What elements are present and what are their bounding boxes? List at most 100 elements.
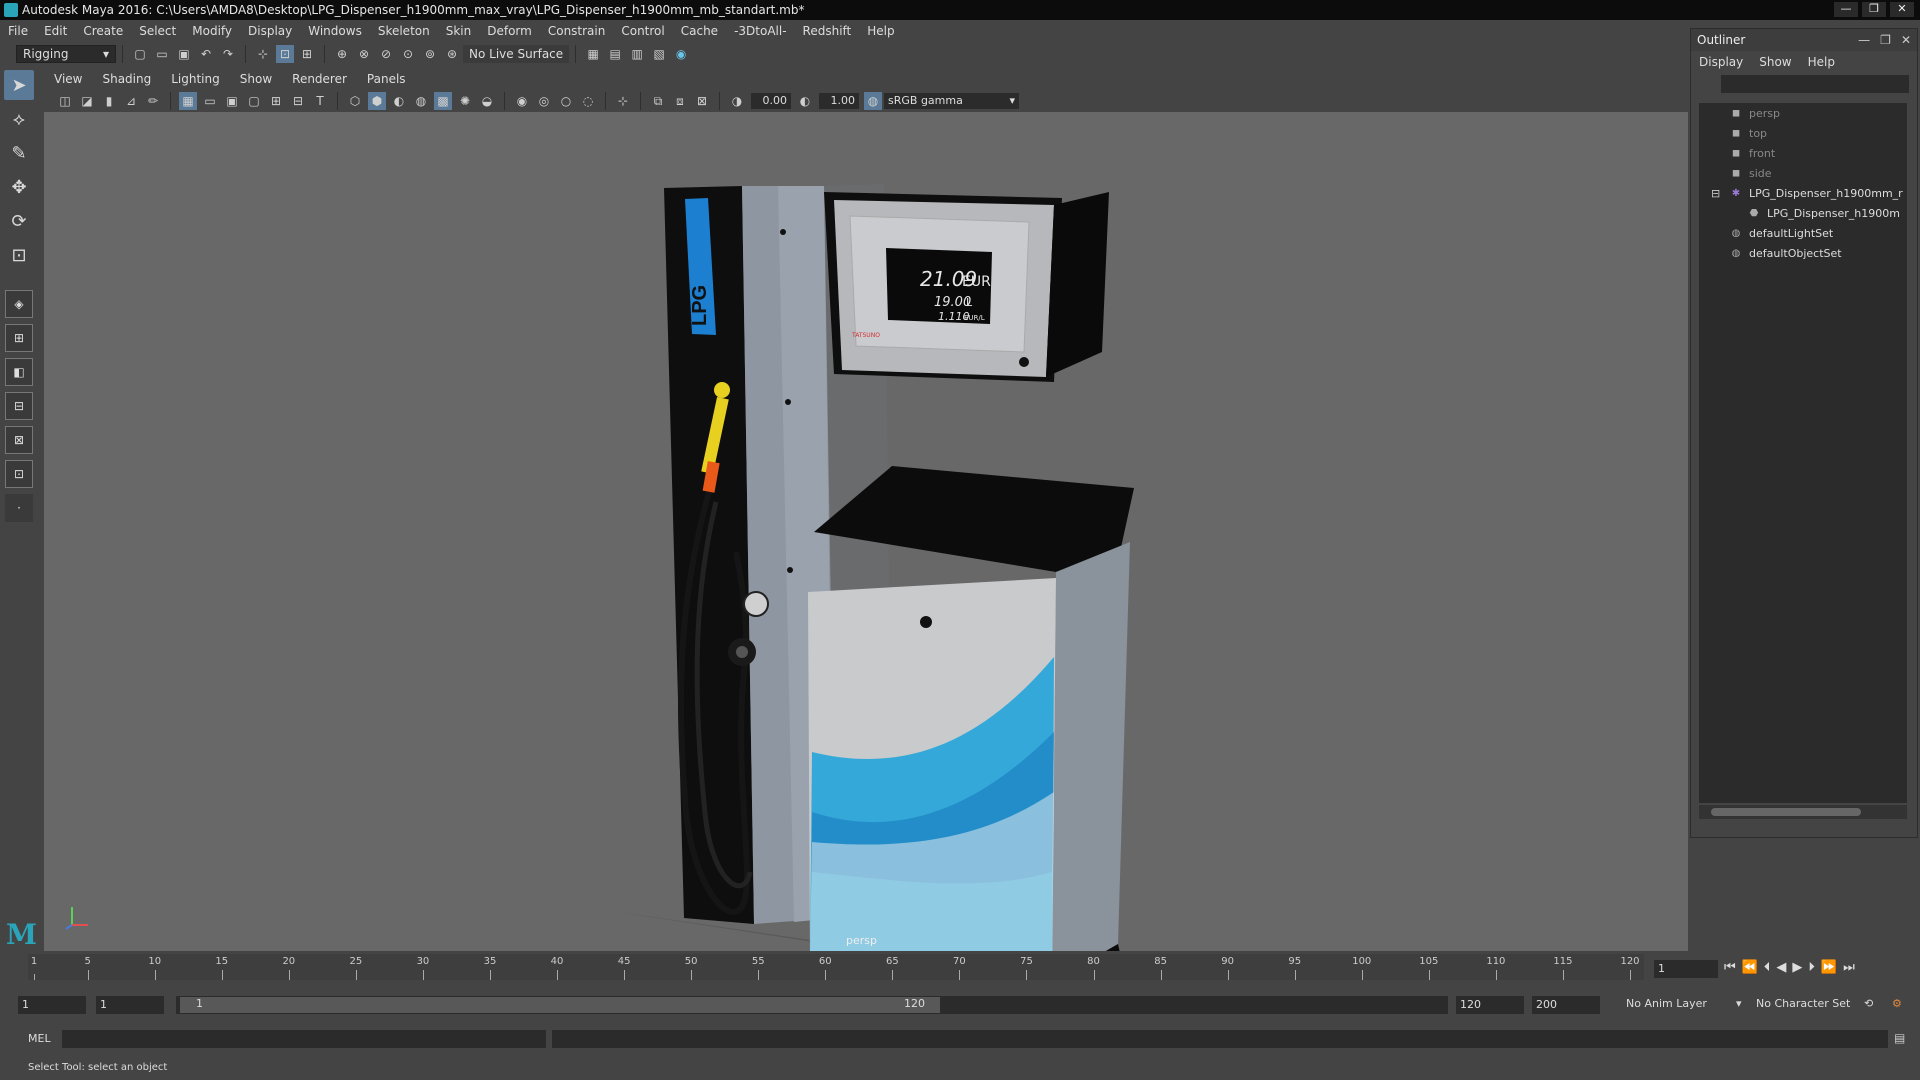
render-settings-icon[interactable]: ▦ — [584, 45, 602, 63]
new-scene-icon[interactable]: ▢ — [131, 45, 149, 63]
menu-help[interactable]: Help — [859, 24, 902, 38]
command-language-label[interactable]: MEL — [28, 1032, 51, 1045]
paint-select-tool-icon[interactable]: ✎ — [4, 138, 34, 168]
field-chart-icon[interactable]: ⊞ — [267, 92, 285, 110]
playback-end-field[interactable]: 120 — [1456, 996, 1524, 1014]
render-frame-icon[interactable]: ▤ — [606, 45, 624, 63]
menu-deform[interactable]: Deform — [479, 24, 540, 38]
outliner-item[interactable]: ◼ side — [1699, 163, 1907, 183]
maximize-button[interactable]: ❐ — [1862, 2, 1886, 17]
snap-point-icon[interactable]: ⊘ — [377, 45, 395, 63]
xray-icon[interactable]: ⧉ — [649, 92, 667, 110]
snap-view-plane-icon[interactable]: ⊙ — [399, 45, 417, 63]
play-backwards-icon[interactable]: ◀ — [1776, 960, 1786, 975]
minimize-button[interactable]: — — [1834, 2, 1858, 17]
outliner-maximize-button[interactable]: ❐ — [1880, 33, 1891, 47]
camera-attributes-icon[interactable]: ◪ — [78, 92, 96, 110]
close-button[interactable]: ✕ — [1890, 2, 1914, 17]
menu-modify[interactable]: Modify — [184, 24, 240, 38]
go-to-start-icon[interactable]: ⏮ — [1724, 960, 1736, 975]
play-forwards-icon[interactable]: ▶ — [1792, 960, 1802, 975]
outliner-list[interactable]: ◼ persp ◼ top ◼ front ◼ side ⊟ ✱ LPG_Dispenser_h19… — [1699, 103, 1907, 803]
viewport-menu-lighting[interactable]: Lighting — [161, 72, 230, 86]
gate-mask-icon[interactable]: ▢ — [245, 92, 263, 110]
outliner-item[interactable]: ◍ defaultLightSet — [1699, 223, 1907, 243]
menu-display[interactable]: Display — [240, 24, 300, 38]
motion-blur-icon[interactable]: ◎ — [535, 92, 553, 110]
select-object-icon[interactable]: ⊡ — [276, 45, 294, 63]
grease-pencil-icon[interactable]: ✏ — [144, 92, 162, 110]
step-forward-frame-icon[interactable]: ⏵ — [1808, 960, 1815, 975]
film-gate-icon[interactable]: ▭ — [201, 92, 219, 110]
xray-active-icon[interactable]: ⧈ — [671, 92, 689, 110]
menu-create[interactable]: Create — [75, 24, 131, 38]
outliner-item[interactable]: ◍ defaultObjectSet — [1699, 243, 1907, 263]
menu-file[interactable]: File — [0, 24, 36, 38]
redo-icon[interactable]: ↷ — [219, 45, 237, 63]
select-tool-icon[interactable]: ➤ — [4, 70, 34, 100]
move-tool-icon[interactable]: ✥ — [4, 172, 34, 202]
outliner-item[interactable]: ⊟ ✱ LPG_Dispenser_h1900mm_r — [1699, 183, 1907, 203]
textured-icon[interactable]: ▩ — [434, 92, 452, 110]
screen-space-ao-icon[interactable]: ◉ — [513, 92, 531, 110]
anti-aliasing-icon[interactable]: ○ — [557, 92, 575, 110]
step-back-key-icon[interactable]: ⏪ — [1742, 960, 1758, 975]
menu-select[interactable]: Select — [131, 24, 184, 38]
menu-3dtoall[interactable]: -3DtoAll- — [726, 24, 794, 38]
color-space-dropdown[interactable]: sRGB gamma ▾ — [884, 93, 1019, 109]
select-component-icon[interactable]: ⊞ — [298, 45, 316, 63]
camera-select-icon[interactable]: ◫ — [56, 92, 74, 110]
save-scene-icon[interactable]: ▣ — [175, 45, 193, 63]
menu-constrain[interactable]: Constrain — [540, 24, 614, 38]
use-default-material-icon[interactable]: ◐ — [390, 92, 408, 110]
collapse-icon[interactable]: ⊟ — [1711, 187, 1725, 200]
bookmark-icon[interactable]: ▮ — [100, 92, 118, 110]
snap-surface-icon[interactable]: ⊚ — [421, 45, 439, 63]
viewport-menu-shading[interactable]: Shading — [92, 72, 161, 86]
exposure-icon[interactable]: ◑ — [728, 92, 746, 110]
anim-layer-dropdown[interactable]: No Anim Layer — [1626, 997, 1707, 1010]
menu-control[interactable]: Control — [613, 24, 672, 38]
lpg-dispenser-model[interactable]: LPG 21.09 EUR 19.00 L 1.110 EUR/L TATSUN… — [44, 112, 1688, 1002]
live-surface-field[interactable]: No Live Surface — [463, 45, 570, 63]
rotate-tool-icon[interactable]: ⟳ — [4, 206, 34, 236]
wireframe-on-shaded-icon[interactable]: ◍ — [412, 92, 430, 110]
open-scene-icon[interactable]: ▭ — [153, 45, 171, 63]
viewport-panel[interactable]: View Shading Lighting Show Renderer Panels ◫ … — [44, 68, 1688, 1002]
two-pane-layout-icon[interactable]: ◧ — [5, 358, 33, 386]
step-forward-key-icon[interactable]: ⏩ — [1821, 960, 1837, 975]
outliner-menu-show[interactable]: Show — [1751, 55, 1799, 69]
current-frame-field[interactable]: 1 — [1654, 960, 1718, 978]
safe-action-icon[interactable]: ⊟ — [289, 92, 307, 110]
depth-of-field-icon[interactable]: ◌ — [579, 92, 597, 110]
range-slider-handle[interactable] — [180, 997, 940, 1013]
outliner-search-input[interactable] — [1721, 75, 1909, 93]
viewport-menu-renderer[interactable]: Renderer — [282, 72, 357, 86]
command-input[interactable] — [62, 1030, 546, 1048]
snap-grid-icon[interactable]: ⊕ — [333, 45, 351, 63]
time-ruler[interactable]: 1 5 10 15 20 25 30 35 40 45 50 55 60 65 70 75 80 85 90 95 10… — [28, 954, 1644, 980]
viewport-menu-panels[interactable]: Panels — [357, 72, 416, 86]
playback-start-field[interactable]: 1 — [96, 996, 164, 1014]
go-to-end-icon[interactable]: ⏭ — [1843, 960, 1855, 975]
outliner-item[interactable]: ◼ persp — [1699, 103, 1907, 123]
time-slider[interactable]: 1 5 10 15 20 25 30 35 40 45 50 55 60 65 70 75 80 85 90 95 10… — [0, 952, 1920, 984]
safe-title-icon[interactable]: T — [311, 92, 329, 110]
exposure-field[interactable]: 0.00 — [751, 93, 791, 109]
layout-more-icon[interactable]: · — [5, 494, 33, 522]
menu-set-dropdown[interactable]: Rigging ▾ — [16, 45, 116, 63]
outliner-window[interactable]: Outliner — ❐ ✕ Display Show Help ◼ persp ◼ to… — [1690, 28, 1918, 838]
shadows-icon[interactable]: ◒ — [478, 92, 496, 110]
isolate-select-icon[interactable]: ⊹ — [614, 92, 632, 110]
outliner-item[interactable]: ◼ front — [1699, 143, 1907, 163]
viewport-menu-show[interactable]: Show — [230, 72, 282, 86]
render-view-icon[interactable]: ▧ — [650, 45, 668, 63]
character-set-dropdown[interactable]: No Character Set — [1756, 997, 1850, 1010]
end-time-field[interactable]: 200 — [1532, 996, 1600, 1014]
single-pane-layout-icon[interactable]: ◈ — [5, 290, 33, 318]
hypershade-persp-layout-icon[interactable]: ⊡ — [5, 460, 33, 488]
four-pane-layout-icon[interactable]: ⊞ — [5, 324, 33, 352]
menu-skeleton[interactable]: Skeleton — [370, 24, 438, 38]
range-slider[interactable]: 1 120 — [176, 996, 1448, 1014]
select-hierarchy-icon[interactable]: ⊹ — [254, 45, 272, 63]
